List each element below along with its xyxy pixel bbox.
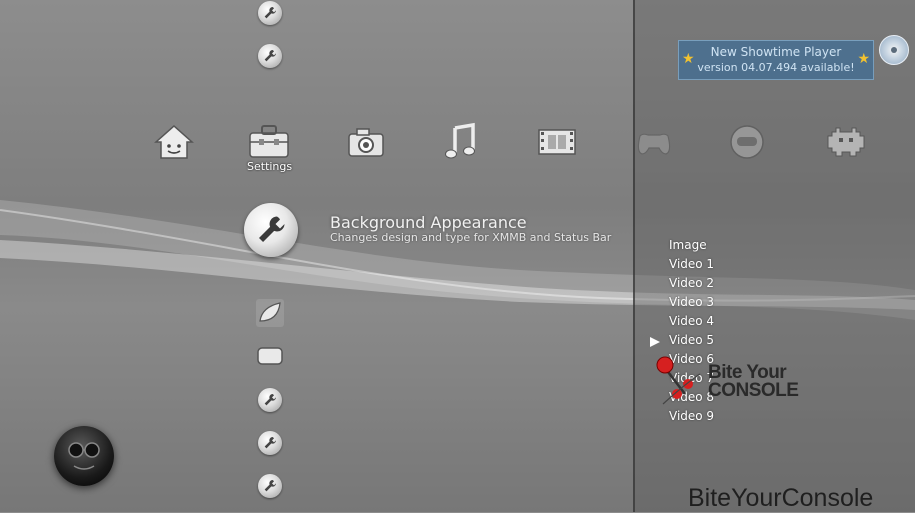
item-title: Background Appearance	[330, 213, 527, 232]
wrench-icon	[264, 7, 276, 19]
wrench-icon[interactable]	[258, 431, 282, 455]
film-icon[interactable]	[531, 116, 583, 168]
screen-icon[interactable]	[256, 345, 284, 367]
option-video-9[interactable]: Video 9	[669, 409, 714, 423]
footer-watermark: BiteYourConsole	[688, 484, 874, 512]
wrench-icon	[264, 394, 276, 406]
option-video-4[interactable]: Video 4	[669, 314, 714, 328]
music-icon	[445, 122, 475, 159]
background-appearance-icon[interactable]	[244, 203, 298, 257]
camera-icon	[348, 128, 384, 157]
avatar-face-icon	[68, 442, 100, 470]
update-notification[interactable]: ★ ★ New Showtime Player version 04.07.49…	[678, 40, 874, 80]
option-video-1[interactable]: Video 1	[669, 257, 714, 271]
option-video-2[interactable]: Video 2	[669, 276, 714, 290]
notification-subtitle: version 04.07.494 available!	[697, 61, 855, 74]
home-icon[interactable]	[148, 116, 200, 168]
selection-cursor-icon	[650, 337, 660, 347]
disc-icon	[879, 35, 909, 65]
wrench-icon[interactable]	[258, 1, 282, 25]
wrench-icon[interactable]	[258, 44, 282, 68]
user-avatar[interactable]	[54, 426, 114, 486]
toolbox-icon	[249, 125, 289, 158]
wrench-icon[interactable]	[258, 474, 282, 498]
screen-icon	[257, 347, 283, 365]
logo-text-bottom: CONSOLE	[708, 380, 799, 401]
camera-icon[interactable]	[340, 116, 392, 168]
wrench-icon	[264, 480, 276, 492]
notification-title: New Showtime Player	[710, 45, 842, 59]
wrench-icon	[259, 216, 285, 242]
option-image[interactable]: Image	[669, 238, 707, 252]
option-video-5[interactable]: Video 5	[669, 333, 714, 347]
wrench-icon	[264, 50, 276, 62]
item-description: Changes design and type for XMMB and Sta…	[330, 231, 612, 244]
film-icon	[538, 129, 576, 155]
theme-icon[interactable]	[256, 299, 284, 327]
wrench-icon[interactable]	[258, 388, 282, 412]
leaf-icon	[259, 302, 281, 322]
wrench-icon	[264, 437, 276, 449]
category-label-settings: Settings	[247, 160, 293, 173]
option-video-3[interactable]: Video 3	[669, 295, 714, 309]
home-icon	[154, 124, 194, 159]
music-icon[interactable]	[435, 116, 487, 168]
